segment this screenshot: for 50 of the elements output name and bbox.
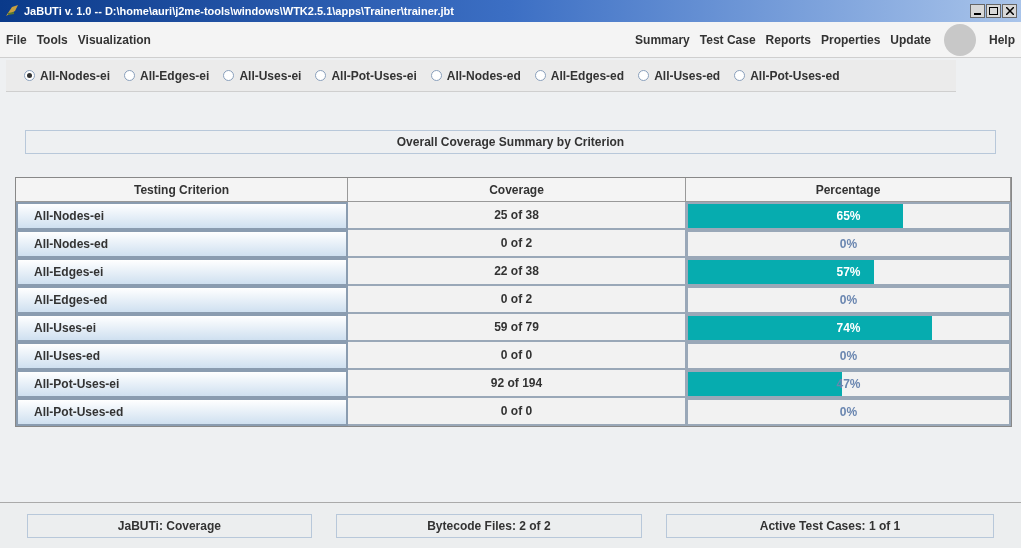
minimize-icon <box>974 13 981 15</box>
criterion-row-header[interactable]: All-Pot-Uses-ei <box>16 370 348 398</box>
minimize-button[interactable] <box>970 4 985 18</box>
menu-item[interactable]: Reports <box>765 30 811 49</box>
table-cell: 0 of 0 <box>348 342 686 370</box>
criterion-radio[interactable]: All-Edges-ed <box>534 66 625 85</box>
criterion-radio[interactable]: All-Nodes-ed <box>430 66 521 85</box>
criterion-row-header[interactable]: All-Edges-ei <box>16 258 348 286</box>
status-field: Bytecode Files: 2 of 2 <box>335 513 643 538</box>
criterion-radio[interactable]: All-Pot-Uses-ei <box>315 66 417 85</box>
close-icon <box>1005 7 1014 15</box>
criterion-row-header[interactable]: All-Nodes-ed <box>16 230 348 258</box>
percentage-text: 74% <box>835 320 862 337</box>
maximize-icon <box>989 7 998 15</box>
table-cell: 25 of 38 <box>348 202 686 230</box>
menu-item[interactable]: Visualization <box>77 30 151 49</box>
table-cell: 59 of 79 <box>348 314 686 342</box>
window-title: JaBUTi v. 1.0 -- D:\home\auri\j2me-tools\windows\WTK2.5.1\apps\Trainer\trainer.jbt <box>24 3 454 19</box>
table-cell: 0 of 2 <box>348 230 686 258</box>
criterion-radio[interactable]: All-Pot-Uses-ed <box>734 66 840 85</box>
menu-item[interactable]: Summary <box>635 30 690 49</box>
criterion-row-header[interactable]: All-Nodes-ei <box>16 202 348 230</box>
status-field: JaBUTi: Coverage <box>27 513 312 538</box>
criterion-row-header[interactable]: All-Edges-ed <box>16 286 348 314</box>
menu-item[interactable]: File <box>6 30 27 49</box>
menu-item[interactable]: Help <box>989 30 1015 49</box>
menu-item[interactable]: Tools <box>36 30 68 49</box>
column-header[interactable]: Percentage <box>686 178 1011 202</box>
percentage-text: 57% <box>835 264 862 281</box>
criterion-radio[interactable]: All-Nodes-ei <box>24 66 110 85</box>
status-field: Active Test Cases: 1 of 1 <box>666 513 994 538</box>
percentage-text: 65% <box>835 208 862 225</box>
criterion-radio[interactable]: All-Edges-ei <box>124 66 210 85</box>
column-header[interactable]: Testing Criterion <box>16 178 348 202</box>
column-header[interactable]: Coverage <box>348 178 686 202</box>
criterion-row-header[interactable]: All-Pot-Uses-ed <box>16 398 348 426</box>
table-cell: 0 of 2 <box>348 286 686 314</box>
criterion-radio[interactable]: All-Uses-ei <box>223 66 302 85</box>
table-cell: 92 of 194 <box>348 370 686 398</box>
menu-item[interactable]: Update <box>890 30 931 49</box>
menu-item[interactable]: Test Case <box>699 30 756 49</box>
criterion-row-header[interactable]: All-Uses-ei <box>16 314 348 342</box>
close-button[interactable] <box>1002 4 1017 18</box>
table-cell: 0 of 0 <box>348 398 686 426</box>
maximize-button[interactable] <box>986 4 1001 18</box>
criterion-row-header[interactable]: All-Uses-ed <box>16 342 348 370</box>
criterion-radio[interactable]: All-Uses-ed <box>638 66 721 85</box>
summary-title: Overall Coverage Summary by Criterion <box>25 130 996 154</box>
menu-item[interactable]: Properties <box>820 30 881 49</box>
table-cell: 22 of 38 <box>348 258 686 286</box>
